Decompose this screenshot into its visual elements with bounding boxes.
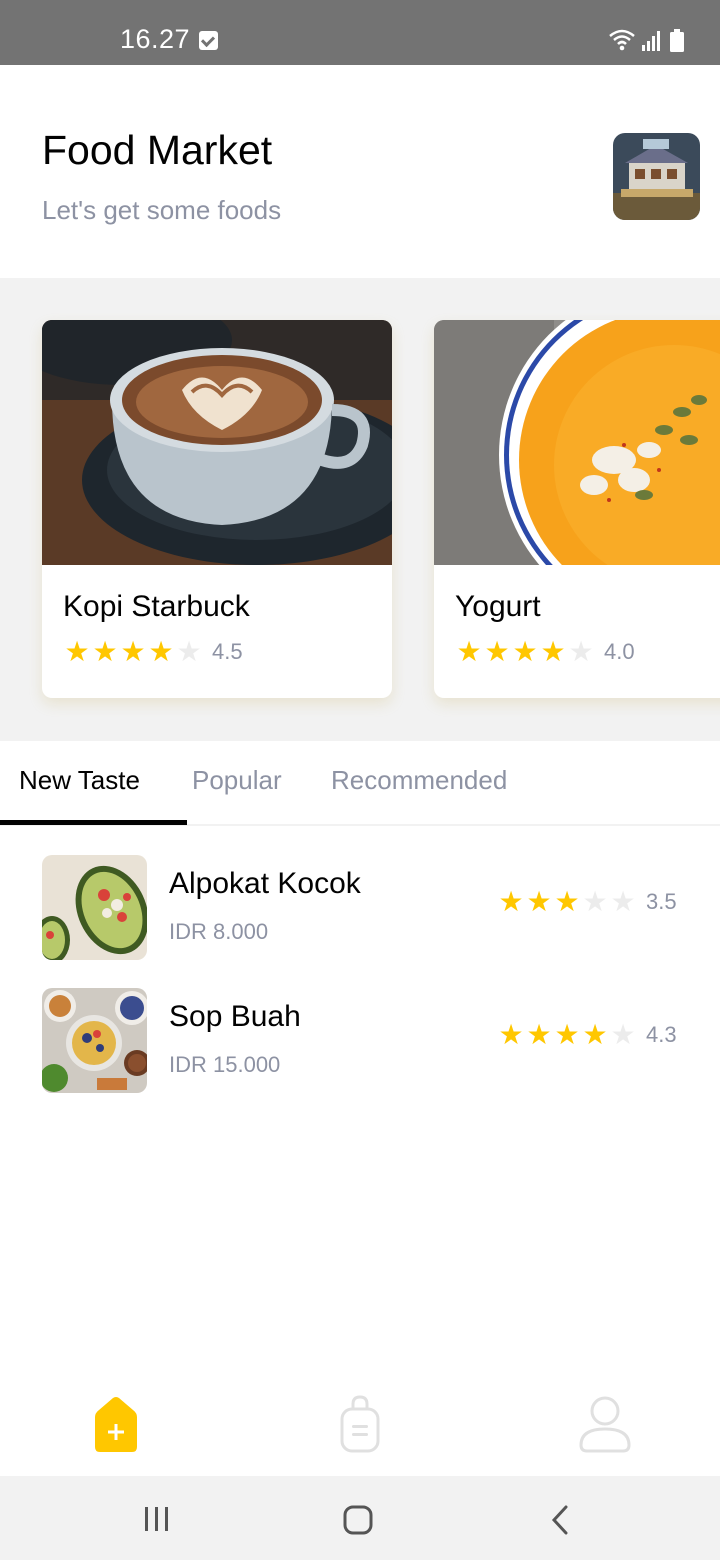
food-photo xyxy=(434,320,720,565)
star-empty-icon: ★ xyxy=(568,636,594,667)
battery-icon xyxy=(670,29,684,52)
food-rating: ★ ★ ★ ★ ★ 4.3 xyxy=(497,1021,677,1049)
food-price: IDR 15.000 xyxy=(169,1052,281,1077)
star-icon: ★ xyxy=(540,636,566,667)
page-title: Food Market xyxy=(42,127,273,173)
signal-icon xyxy=(642,31,660,51)
notification-check-icon xyxy=(199,31,218,50)
category-tabs: New Taste Popular Recommended xyxy=(0,741,720,826)
featured-foods-carousel[interactable]: Kopi Starbuck ★ ★ ★ ★ ★ 4.5 Yogurt ★ ★ ★… xyxy=(0,278,720,741)
tab-new-taste[interactable]: New Taste xyxy=(19,765,140,796)
tab-recommended[interactable]: Recommended xyxy=(331,765,507,796)
back-icon[interactable] xyxy=(549,1504,571,1536)
food-rating: ★ ★ ★ ★ ★ 3.5 xyxy=(497,888,677,916)
star-icon: ★ xyxy=(64,636,90,667)
food-card-name: Kopi Starbuck xyxy=(63,590,250,623)
food-card-rating: ★ ★ ★ ★ ★ 4.0 xyxy=(455,638,635,666)
food-name: Sop Buah xyxy=(169,1000,301,1033)
food-thumbnail xyxy=(42,855,147,960)
profile-icon[interactable] xyxy=(578,1395,632,1453)
rating-stars: ★ ★ ★ ★ ★ xyxy=(497,888,637,916)
page-subtitle: Let's get some foods xyxy=(42,195,282,225)
bottom-navigation xyxy=(0,1375,720,1476)
star-empty-icon: ★ xyxy=(610,1019,636,1050)
food-price: IDR 8.000 xyxy=(169,919,269,944)
star-icon: ★ xyxy=(484,636,510,667)
star-icon: ★ xyxy=(456,636,482,667)
recent-apps-icon[interactable] xyxy=(143,1505,171,1533)
food-card-yogurt[interactable]: Yogurt ★ ★ ★ ★ ★ 4.0 xyxy=(434,320,720,698)
rating-stars: ★ ★ ★ ★ ★ xyxy=(455,638,595,666)
home-icon[interactable] xyxy=(91,1395,141,1453)
tab-popular[interactable]: Popular xyxy=(192,765,282,796)
avatar[interactable] xyxy=(613,133,700,220)
food-card-name: Yogurt xyxy=(455,590,541,623)
rating-value: 3.5 xyxy=(646,889,677,914)
star-icon: ★ xyxy=(498,1019,524,1050)
food-card-rating: ★ ★ ★ ★ ★ 4.5 xyxy=(63,638,243,666)
star-icon: ★ xyxy=(554,886,580,917)
star-icon: ★ xyxy=(554,1019,580,1050)
star-icon: ★ xyxy=(526,886,552,917)
star-icon: ★ xyxy=(512,636,538,667)
star-icon: ★ xyxy=(120,636,146,667)
status-time: 16.27 xyxy=(120,24,191,54)
home-button-icon[interactable] xyxy=(342,1504,374,1536)
food-card-kopi-starbuck[interactable]: Kopi Starbuck ★ ★ ★ ★ ★ 4.5 xyxy=(42,320,392,698)
rating-value: 4.0 xyxy=(604,639,635,664)
rating-stars: ★ ★ ★ ★ ★ xyxy=(497,1021,637,1049)
order-bag-icon[interactable] xyxy=(339,1395,381,1453)
food-name: Alpokat Kocok xyxy=(169,867,361,900)
star-empty-icon: ★ xyxy=(610,886,636,917)
star-empty-icon: ★ xyxy=(582,886,608,917)
status-bar: 16.27 xyxy=(0,0,720,65)
star-empty-icon: ★ xyxy=(176,636,202,667)
food-photo xyxy=(42,320,392,565)
wifi-icon xyxy=(609,29,635,51)
rating-stars: ★ ★ ★ ★ ★ xyxy=(63,638,203,666)
star-icon: ★ xyxy=(148,636,174,667)
rating-value: 4.3 xyxy=(646,1022,677,1047)
rating-value: 4.5 xyxy=(212,639,243,664)
star-icon: ★ xyxy=(92,636,118,667)
active-tab-indicator xyxy=(0,820,187,825)
star-icon: ★ xyxy=(498,886,524,917)
star-icon: ★ xyxy=(526,1019,552,1050)
header: Food Market Let's get some foods xyxy=(0,65,720,278)
food-thumbnail xyxy=(42,988,147,1093)
star-icon: ★ xyxy=(582,1019,608,1050)
list-item-alpokat-kocok[interactable]: Alpokat Kocok IDR 8.000 ★ ★ ★ ★ ★ 3.5 xyxy=(0,855,720,960)
system-navigation-bar xyxy=(0,1476,720,1560)
list-item-sop-buah[interactable]: Sop Buah IDR 15.000 ★ ★ ★ ★ ★ 4.3 xyxy=(0,988,720,1093)
